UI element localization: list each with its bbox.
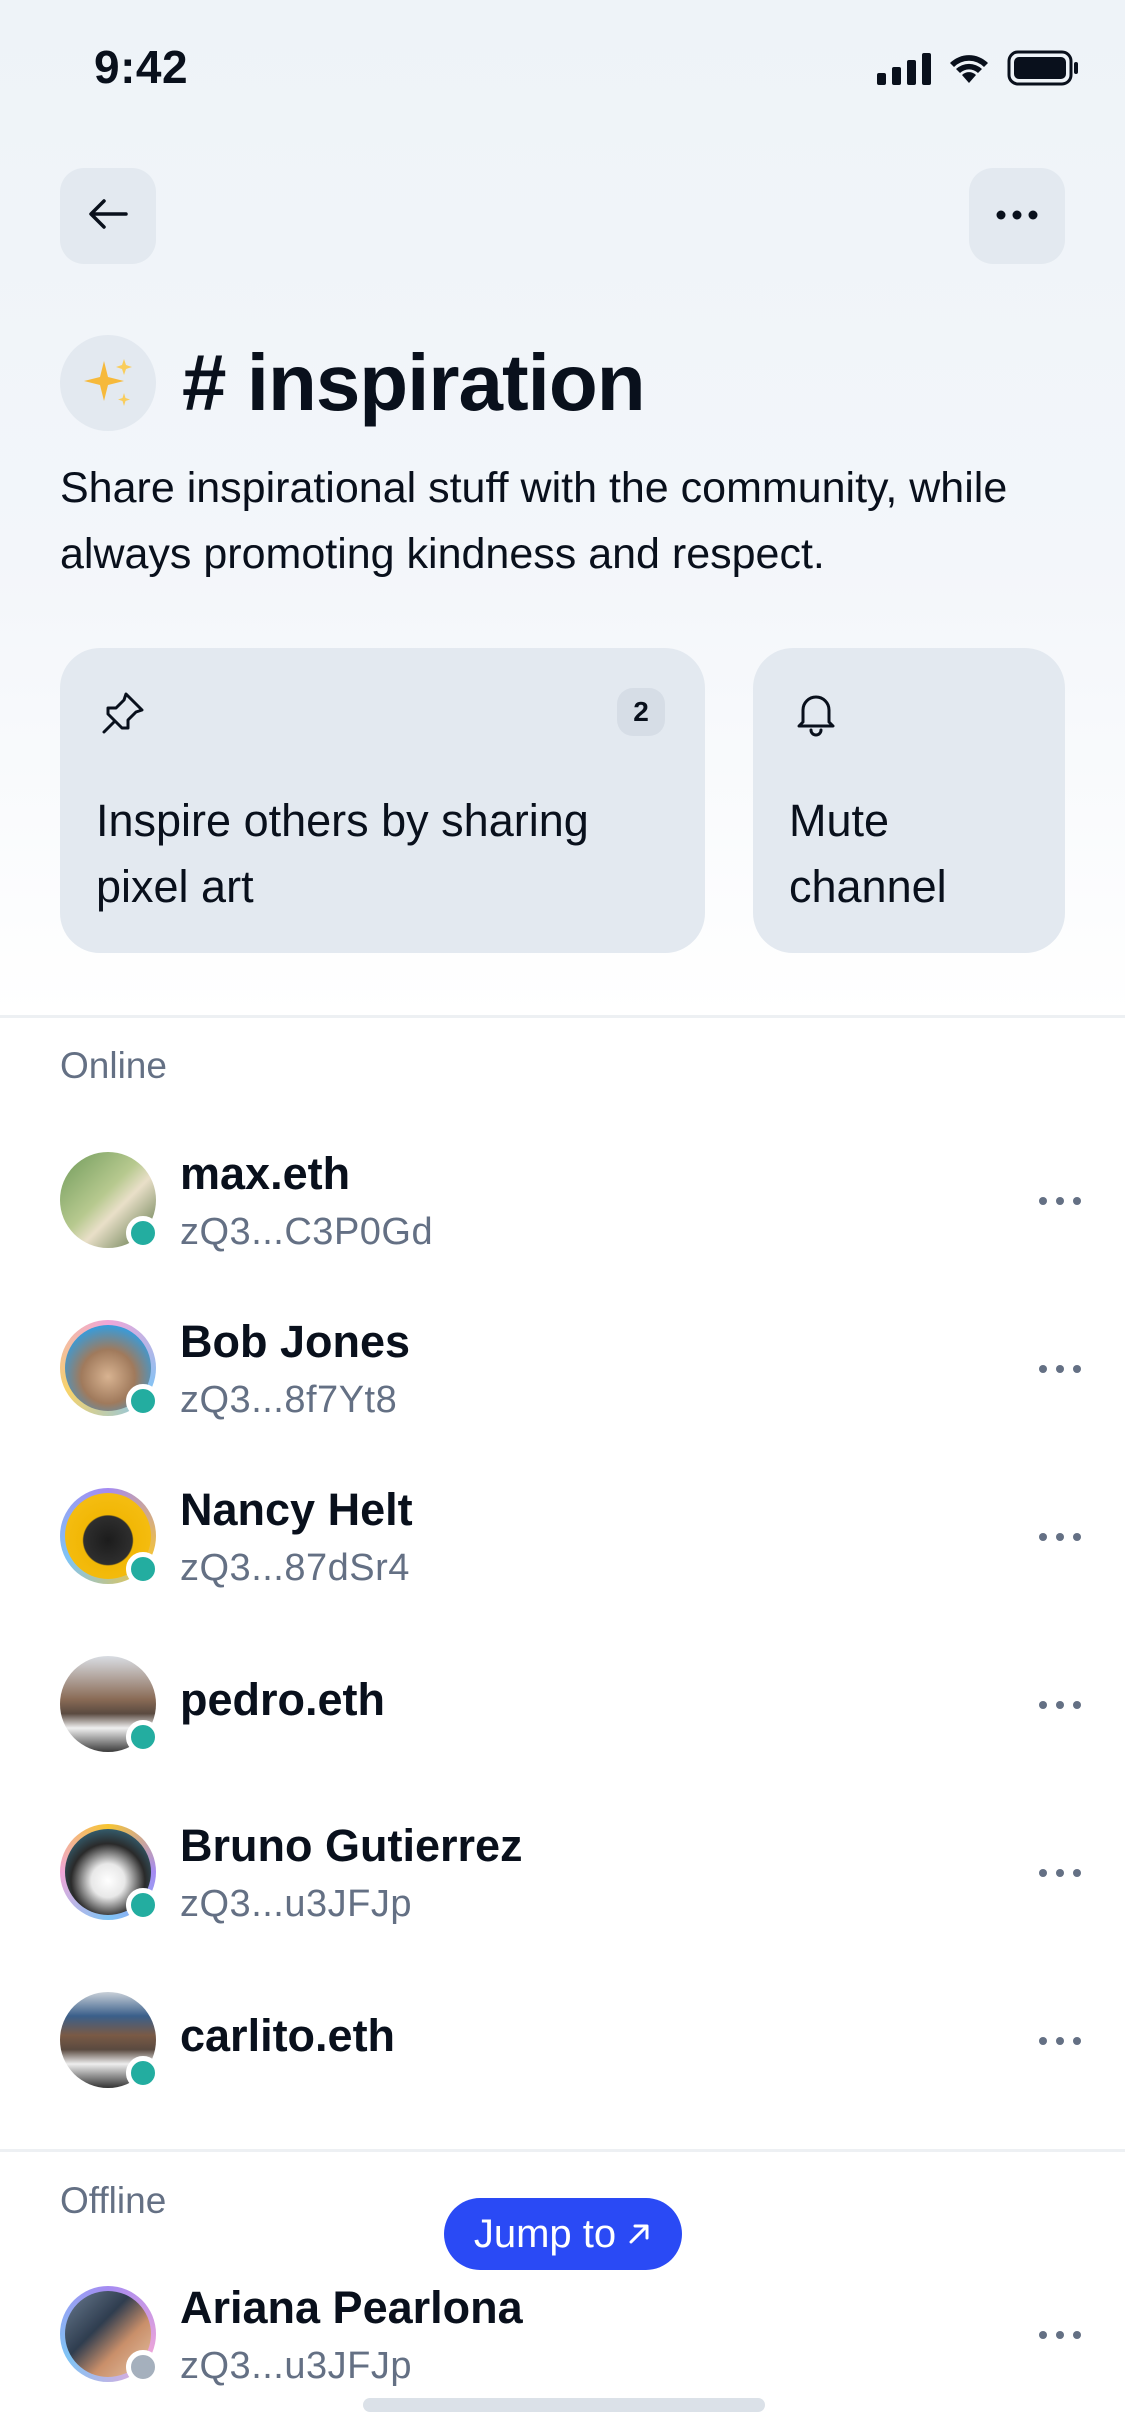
member-more-icon[interactable] xyxy=(1035,1344,1085,1394)
member-row[interactable]: Ariana Pearlona zQ3...u3JFJp xyxy=(0,2250,1125,2418)
online-status-dot xyxy=(126,1720,160,1754)
sparkles-icon xyxy=(60,335,156,431)
member-key: zQ3...87dSr4 xyxy=(180,1547,410,1589)
member-key: zQ3...u3JFJp xyxy=(180,2345,412,2387)
pin-icon xyxy=(98,688,148,743)
member-more-icon[interactable] xyxy=(1035,2016,1085,2066)
pinned-card-label: Inspire others by sharing pixel art xyxy=(96,795,589,912)
member-more-icon[interactable] xyxy=(1035,1848,1085,1898)
member-more-icon[interactable] xyxy=(1035,1512,1085,1562)
member-name: Bob Jones xyxy=(180,1316,411,1367)
offline-status-dot xyxy=(126,2350,160,2384)
online-status-dot xyxy=(126,1888,160,1922)
member-name: pedro.eth xyxy=(180,1674,386,1725)
member-name: max.eth xyxy=(180,1148,351,1199)
pinned-messages-card[interactable]: 2 Inspire others by sharing pixel art xyxy=(60,648,705,953)
offline-section-label: Offline xyxy=(60,2180,167,2221)
wifi-icon xyxy=(947,51,991,85)
member-name: Nancy Helt xyxy=(180,1484,413,1535)
signal-icon xyxy=(877,51,931,85)
avatar xyxy=(60,1992,160,2090)
member-row[interactable]: max.eth zQ3...C3P0Gd xyxy=(0,1116,1125,1284)
status-bar: 9:42 xyxy=(0,0,1125,135)
status-time: 9:42 xyxy=(94,41,189,93)
channel-header: # inspiration xyxy=(60,335,646,431)
more-horizontal-icon xyxy=(995,207,1039,225)
member-row[interactable]: Nancy Helt zQ3...87dSr4 xyxy=(0,1452,1125,1620)
online-section-label: Online xyxy=(60,1045,167,1086)
member-more-icon[interactable] xyxy=(1035,2310,1085,2360)
avatar xyxy=(60,1152,160,1250)
section-divider xyxy=(0,1015,1125,1018)
member-name: Ariana Pearlona xyxy=(180,2282,523,2333)
member-row[interactable]: Bruno Gutierrez zQ3...u3JFJp xyxy=(0,1788,1125,1956)
avatar xyxy=(60,1488,160,1586)
more-options-button[interactable] xyxy=(969,168,1065,264)
jump-to-label: Jump to xyxy=(473,2211,617,2256)
channel-description: Share inspirational stuff with the commu… xyxy=(60,464,1008,578)
bell-icon xyxy=(791,688,841,743)
member-name: Bruno Gutierrez xyxy=(180,1820,523,1871)
member-more-icon[interactable] xyxy=(1035,1680,1085,1730)
jump-to-button[interactable]: Jump to xyxy=(444,2198,682,2270)
arrow-left-icon xyxy=(86,196,130,237)
member-key: zQ3...C3P0Gd xyxy=(180,1211,434,1253)
avatar xyxy=(60,2286,160,2384)
member-row[interactable]: carlito.eth xyxy=(0,1956,1125,2124)
online-status-dot xyxy=(126,1216,160,1250)
online-status-dot xyxy=(126,1552,160,1586)
section-divider xyxy=(0,2149,1125,2152)
home-indicator xyxy=(363,2398,765,2412)
member-key: zQ3...u3JFJp xyxy=(180,1883,412,1925)
status-icons xyxy=(877,50,1079,86)
online-status-dot xyxy=(126,2056,160,2090)
avatar xyxy=(60,1320,160,1418)
avatar xyxy=(60,1824,160,1922)
mute-card-label: Mute channel xyxy=(789,795,947,912)
member-more-icon[interactable] xyxy=(1035,1176,1085,1226)
member-row[interactable]: pedro.eth xyxy=(0,1620,1125,1788)
mute-channel-card[interactable]: Mute channel xyxy=(753,648,1065,953)
arrow-up-right-icon xyxy=(626,2212,652,2257)
member-row[interactable]: Bob Jones zQ3...8f7Yt8 xyxy=(0,1284,1125,1452)
channel-title: # inspiration xyxy=(182,338,646,427)
back-button[interactable] xyxy=(60,168,156,264)
member-name: carlito.eth xyxy=(180,2010,396,2061)
battery-icon xyxy=(1007,50,1079,86)
avatar xyxy=(60,1656,160,1754)
online-status-dot xyxy=(126,1384,160,1418)
member-key: zQ3...8f7Yt8 xyxy=(180,1379,398,1421)
pinned-count-badge: 2 xyxy=(617,688,665,736)
